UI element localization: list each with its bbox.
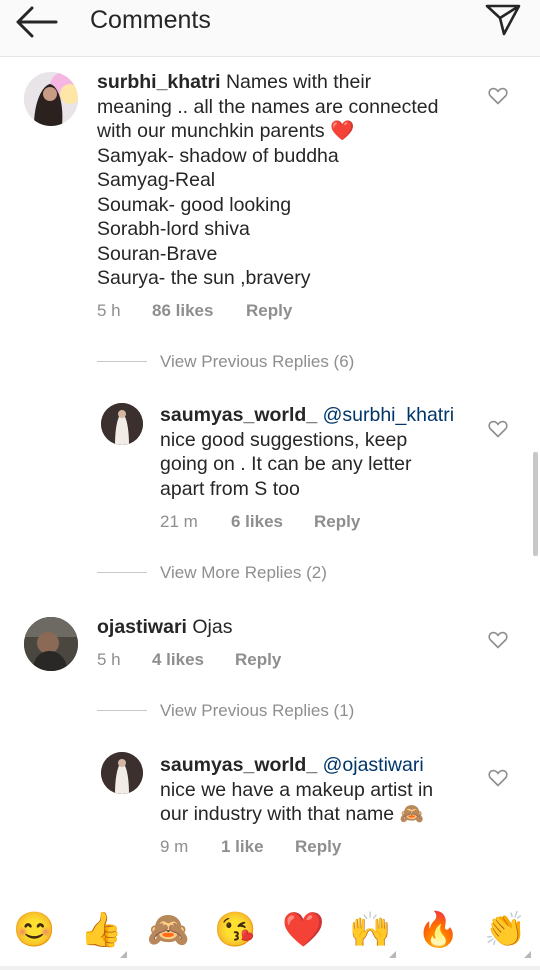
heart-icon[interactable] (488, 769, 508, 787)
avatar[interactable] (101, 752, 143, 794)
heart-icon[interactable] (488, 87, 508, 105)
comment-username[interactable]: surbhi_khatri (97, 71, 221, 93)
reply-text: saumyas_world_ @ojastiwari nice we have … (160, 754, 434, 825)
divider (97, 572, 147, 573)
arrow-left-icon[interactable] (14, 6, 58, 38)
avatar[interactable] (24, 617, 78, 671)
clapping-emoji-button[interactable]: 👏 (484, 909, 526, 951)
comment-username[interactable]: saumyas_world_ (160, 404, 317, 426)
comment-time: 9 m (160, 837, 189, 856)
raised-hands-emoji-button[interactable]: 🙌 (349, 909, 391, 951)
heart-icon[interactable] (488, 420, 508, 438)
comment-time: 5 h (97, 301, 121, 320)
fire-emoji-button[interactable]: 🔥 (417, 909, 459, 951)
emoji-variant-indicator (524, 951, 531, 958)
view-previous-replies-button[interactable]: View Previous Replies (6) (160, 352, 354, 372)
comment-username[interactable]: ojastiwari (97, 616, 187, 638)
comment-time: 5 h (97, 650, 121, 669)
likes-count[interactable]: 86 likes (152, 301, 213, 321)
reply-button[interactable]: Reply (295, 837, 341, 857)
likes-count[interactable]: 1 like (221, 837, 264, 857)
emoji-variant-indicator (120, 951, 127, 958)
divider (0, 966, 540, 970)
direct-send-icon[interactable] (484, 3, 522, 37)
page-title: Comments (90, 6, 211, 34)
mention-link[interactable]: @ojastiwari (323, 754, 424, 776)
emoji-variant-indicator (389, 951, 396, 958)
avatar[interactable] (101, 403, 143, 445)
header-bar: Comments (0, 0, 540, 57)
reply-button[interactable]: Reply (235, 650, 281, 670)
red-heart-emoji-button[interactable]: ❤️ (282, 909, 324, 951)
view-previous-replies-button[interactable]: View Previous Replies (1) (160, 701, 354, 721)
scrollbar[interactable] (533, 452, 538, 556)
divider (97, 710, 147, 711)
reply-button[interactable]: Reply (314, 512, 360, 532)
comment-time: 21 m (160, 512, 198, 531)
heart-icon[interactable] (488, 631, 508, 649)
view-more-replies-button[interactable]: View More Replies (2) (160, 563, 327, 583)
mention-link[interactable]: @surbhi_khatri (323, 404, 454, 426)
comment-username[interactable]: saumyas_world_ (160, 754, 317, 776)
divider (97, 361, 147, 362)
avatar[interactable] (24, 72, 78, 126)
see-no-evil-emoji-button[interactable]: 🙈 (147, 909, 189, 951)
comment-text: surbhi_khatri Names with their meaning .… (97, 71, 439, 289)
kissing-heart-emoji-button[interactable]: 😘 (214, 909, 256, 951)
comment-text: ojastiwari Ojas (97, 616, 233, 638)
smile-emoji-button[interactable]: 😊 (13, 909, 55, 951)
thumbs-up-emoji-button[interactable]: 👍 (80, 909, 122, 951)
likes-count[interactable]: 6 likes (231, 512, 283, 532)
likes-count[interactable]: 4 likes (152, 650, 204, 670)
reply-text: saumyas_world_ @surbhi_khatri nice good … (160, 404, 455, 500)
reply-button[interactable]: Reply (246, 301, 292, 321)
